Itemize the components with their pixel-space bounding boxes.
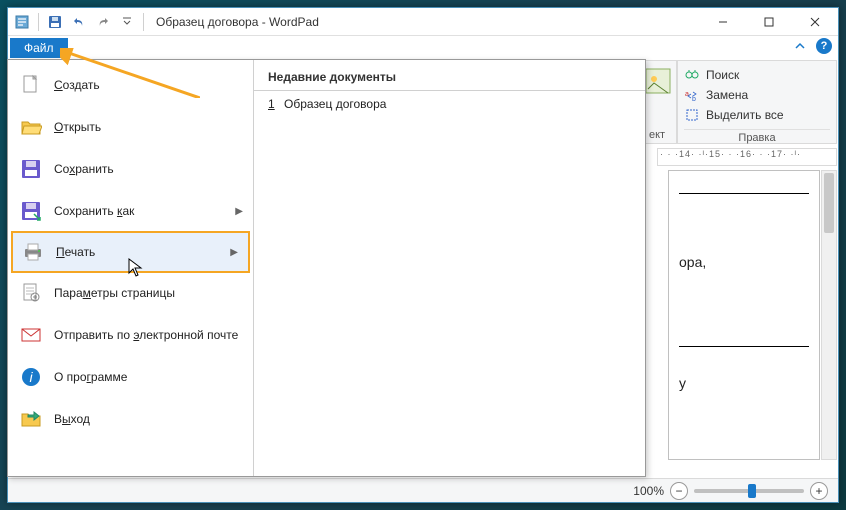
file-menu-item[interactable]: Выход	[8, 398, 253, 440]
scroll-thumb[interactable]	[824, 173, 834, 233]
file-menu-item-label: Сохранить как	[54, 204, 134, 218]
find-button[interactable]: Поиск	[684, 65, 830, 85]
pagesetup-icon	[20, 282, 42, 304]
save-icon	[20, 158, 42, 180]
replace-button[interactable]: ab Замена	[684, 85, 830, 105]
file-menu-item-label: Печать	[56, 245, 95, 259]
select-all-button[interactable]: Выделить все	[684, 105, 830, 125]
editing-group-label: Правка	[684, 129, 830, 144]
open-icon	[20, 116, 42, 138]
zoom-in-button[interactable]: +	[810, 482, 828, 500]
exit-icon	[20, 408, 42, 430]
file-menu-recent: Недавние документы 1 Образец договора	[254, 60, 645, 476]
about-icon: i	[20, 366, 42, 388]
window-title: Образец договора - WordPad	[150, 15, 700, 29]
maximize-button[interactable]	[746, 8, 792, 36]
select-all-icon	[684, 107, 700, 123]
file-menu: Создать Открыть Сохранить Сохранить как …	[7, 59, 646, 477]
file-menu-item[interactable]: Открыть	[8, 106, 253, 148]
email-icon	[20, 324, 42, 346]
doc-fragment: у	[679, 375, 809, 391]
file-menu-item[interactable]: Параметры страницы	[8, 272, 253, 314]
file-menu-item-label: Отправить по электронной почте	[54, 328, 238, 342]
zoom-slider[interactable]	[694, 489, 804, 493]
new-icon	[20, 74, 42, 96]
file-menu-item[interactable]: i О программе	[8, 356, 253, 398]
ribbon-tabs: Файл ?	[8, 36, 838, 60]
file-tab[interactable]: Файл	[10, 38, 68, 58]
saveas-icon	[20, 200, 42, 222]
file-menu-item-label: Создать	[54, 78, 100, 92]
find-label: Поиск	[706, 68, 739, 82]
save-icon[interactable]	[45, 12, 65, 32]
file-menu-item[interactable]: Печать ▶	[11, 231, 250, 273]
recent-document-item[interactable]: 1 Образец договора	[254, 91, 645, 117]
doc-line	[679, 346, 809, 347]
replace-label: Замена	[706, 88, 748, 102]
file-menu-item[interactable]: Отправить по электронной почте	[8, 314, 253, 356]
svg-text:a: a	[685, 91, 689, 98]
qat-separator	[143, 13, 144, 31]
file-menu-item-label: Параметры страницы	[54, 286, 175, 300]
binoculars-icon	[684, 67, 700, 83]
svg-text:b: b	[692, 96, 696, 102]
select-all-label: Выделить все	[706, 108, 784, 122]
doc-line	[679, 193, 809, 194]
help-icon[interactable]: ?	[816, 38, 832, 54]
recent-documents-header: Недавние документы	[254, 60, 645, 91]
quick-access-toolbar	[8, 12, 150, 32]
undo-icon[interactable]	[69, 12, 89, 32]
file-menu-item-label: Выход	[54, 412, 90, 426]
vertical-scrollbar[interactable]	[821, 170, 837, 460]
document-area[interactable]: ора, у	[668, 170, 820, 460]
file-menu-item[interactable]: Создать	[8, 64, 253, 106]
ruler[interactable]: · · ·14· ·ᴵ·15· · ·16· · ·17· ·ᴵ·	[657, 148, 837, 166]
editing-group: Поиск ab Замена Выделить все Правка	[677, 60, 837, 144]
statusbar: 100% − +	[8, 478, 838, 502]
collapse-ribbon-icon[interactable]	[792, 38, 808, 54]
file-menu-commands: Создать Открыть Сохранить Сохранить как …	[8, 60, 254, 476]
zoom-percent: 100%	[633, 484, 664, 498]
zoom-slider-thumb[interactable]	[748, 484, 756, 498]
file-menu-item-label: О программе	[54, 370, 127, 384]
submenu-arrow-icon: ▶	[235, 206, 243, 217]
file-menu-item[interactable]: Сохранить	[8, 148, 253, 190]
replace-icon: ab	[684, 87, 700, 103]
zoom-out-button[interactable]: −	[670, 482, 688, 500]
doc-fragment: ора,	[679, 254, 809, 270]
print-icon	[22, 241, 44, 263]
qat-customize-icon[interactable]	[117, 12, 137, 32]
redo-icon[interactable]	[93, 12, 113, 32]
qat-separator	[38, 13, 39, 31]
window-controls	[700, 8, 838, 36]
titlebar: Образец договора - WordPad	[8, 8, 838, 36]
ribbon-right-controls: ?	[792, 38, 832, 54]
file-menu-item-label: Сохранить	[54, 162, 114, 176]
file-menu-item-label: Открыть	[54, 120, 101, 134]
submenu-arrow-icon: ▶	[230, 247, 238, 258]
minimize-button[interactable]	[700, 8, 746, 36]
wordpad-app-icon[interactable]	[12, 12, 32, 32]
file-menu-item[interactable]: Сохранить как ▶	[8, 190, 253, 232]
close-button[interactable]	[792, 8, 838, 36]
